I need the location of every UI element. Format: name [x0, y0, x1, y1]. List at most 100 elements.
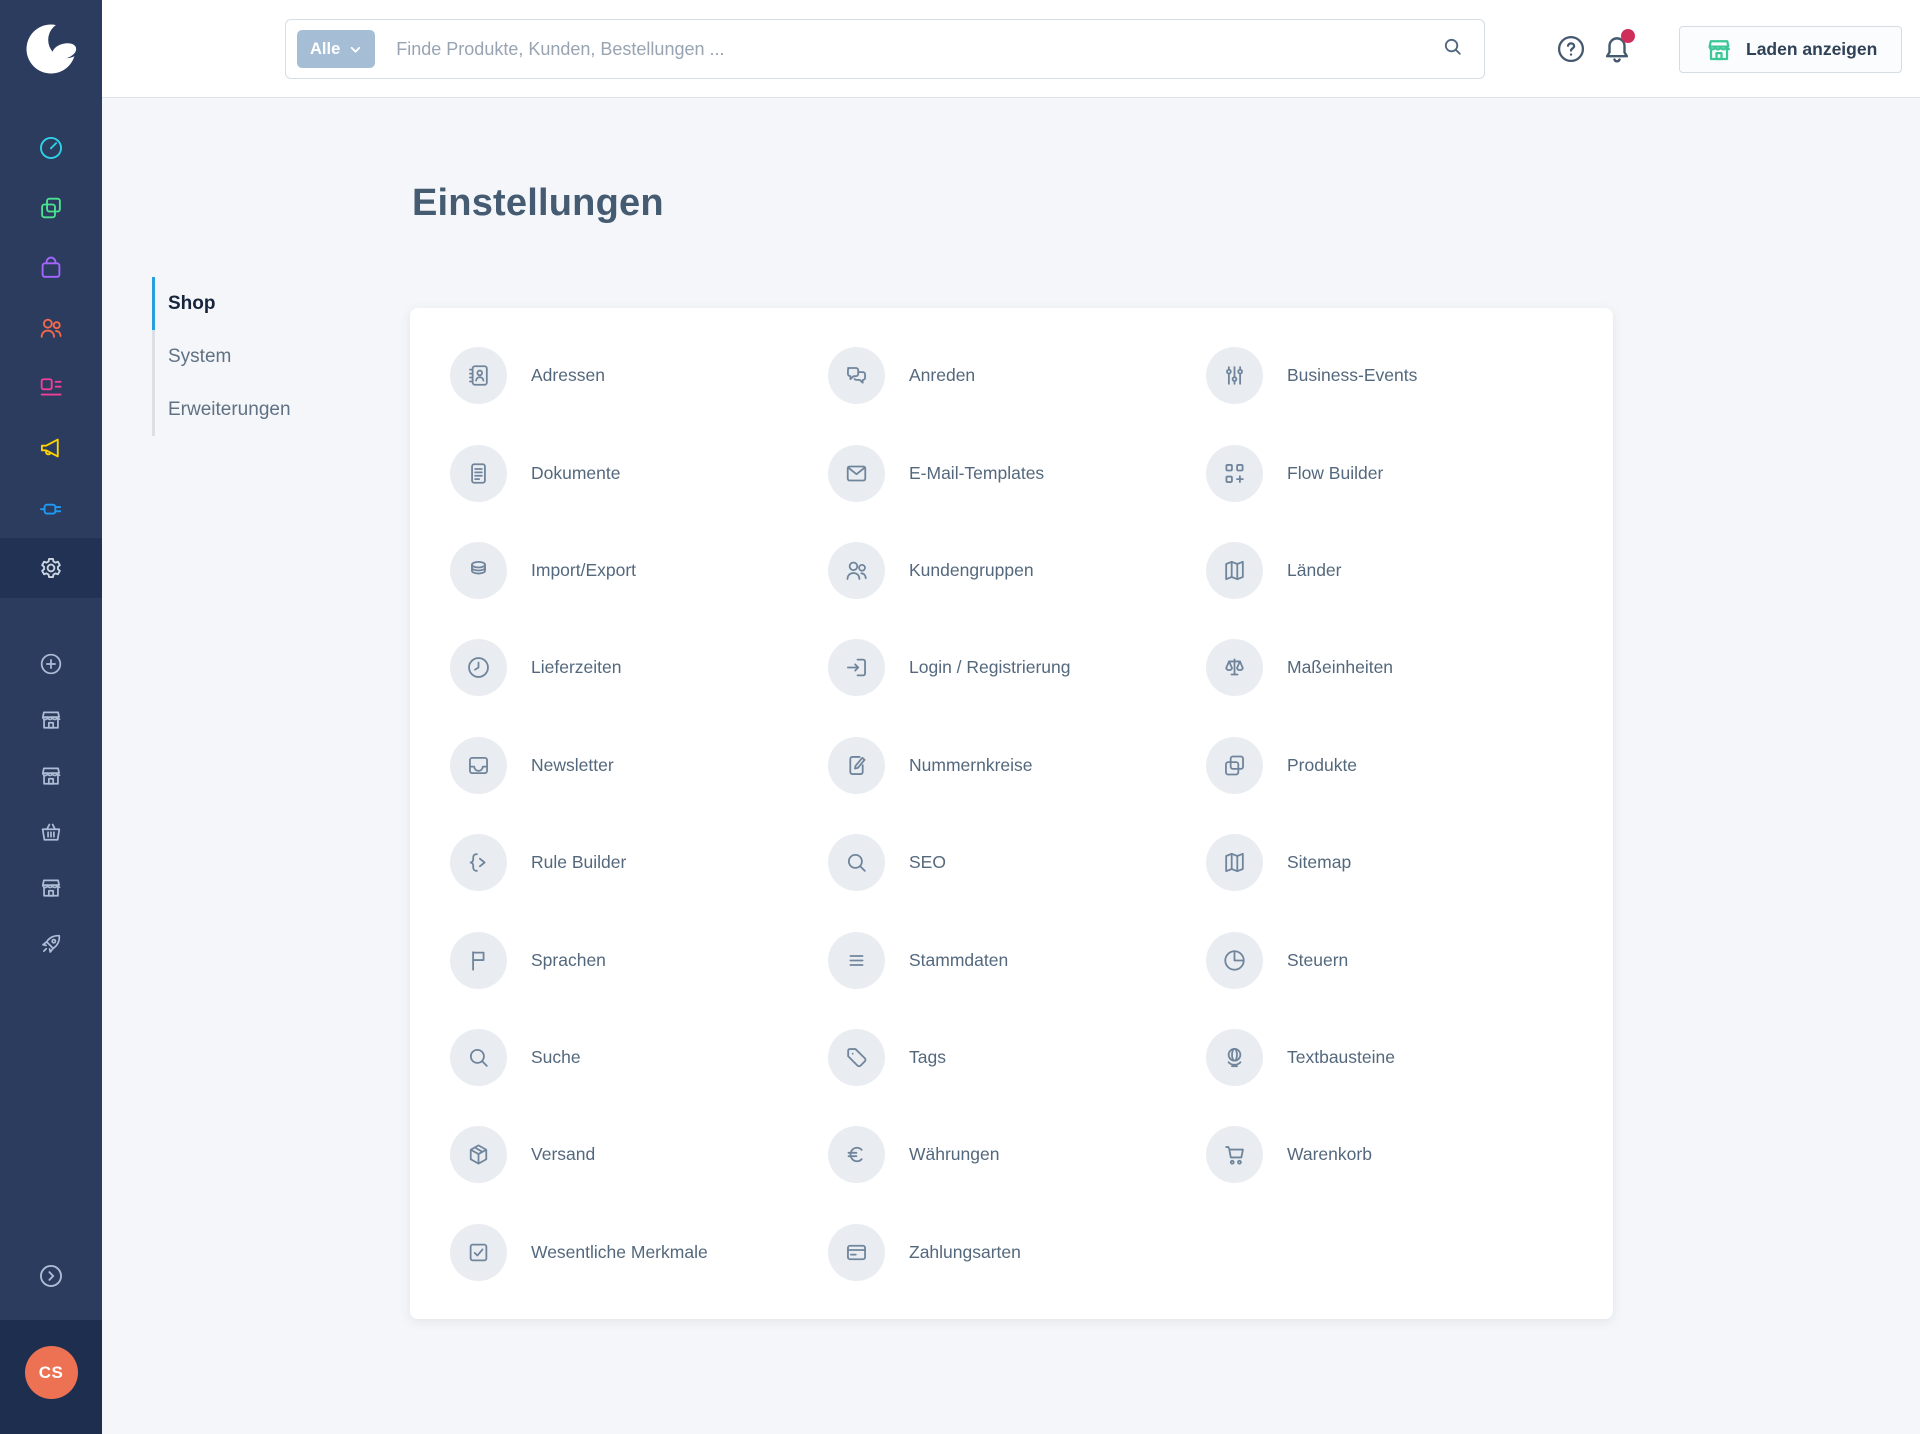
main-sidebar: CS	[0, 0, 102, 1434]
storefront-icon	[1704, 35, 1734, 65]
sidebar-item-sales-channel-2[interactable]	[0, 748, 102, 804]
settings-item-label: Kundengruppen	[909, 560, 1034, 581]
sidebar-item-sales-channel-5[interactable]	[0, 916, 102, 972]
package-icon	[465, 1141, 492, 1168]
settings-item-bubble	[1206, 639, 1263, 696]
settings-item-label: E-Mail-Templates	[909, 463, 1044, 484]
cart-icon	[1221, 1141, 1248, 1168]
settings-item-nummernkreise[interactable]: Nummernkreise	[828, 717, 1206, 814]
settings-item-versand[interactable]: Versand	[450, 1106, 828, 1203]
settings-item-label: Warenkorb	[1287, 1144, 1372, 1165]
rule-icon	[465, 849, 492, 876]
sidebar-item-settings[interactable]	[0, 538, 102, 598]
settings-item-import-export[interactable]: Import/Export	[450, 522, 828, 619]
settings-item-label: Import/Export	[531, 560, 636, 581]
settings-item-zahlungsarten[interactable]: Zahlungsarten	[828, 1204, 1206, 1301]
map-icon	[1221, 557, 1248, 584]
settings-item-e-mail-templates[interactable]: E-Mail-Templates	[828, 424, 1206, 521]
settings-item-label: Adressen	[531, 365, 605, 386]
settings-item-produkte[interactable]: Produkte	[1206, 717, 1584, 814]
sidebar-item-marketing[interactable]	[0, 418, 102, 478]
search-input[interactable]	[375, 39, 1441, 60]
settings-item-warenkorb[interactable]: Warenkorb	[1206, 1106, 1584, 1203]
settings-item-flow-builder[interactable]: Flow Builder	[1206, 424, 1584, 521]
settings-item-seo[interactable]: SEO	[828, 814, 1206, 911]
inbox-icon	[465, 752, 492, 779]
settings-item-label: Login / Registrierung	[909, 657, 1070, 678]
search-icon	[465, 1044, 492, 1071]
sidebar-item-dashboard[interactable]	[0, 118, 102, 178]
sidebar-item-sales-channel-3[interactable]	[0, 804, 102, 860]
chat-icon	[843, 362, 870, 389]
shopware-logo[interactable]	[0, 0, 102, 98]
plus-circle-icon	[38, 651, 64, 677]
sidebar-item-content[interactable]	[0, 358, 102, 418]
view-storefront-button[interactable]: Laden anzeigen	[1679, 26, 1902, 73]
sidebar-item-orders[interactable]	[0, 238, 102, 298]
settings-item-dokumente[interactable]: Dokumente	[450, 424, 828, 521]
store-icon	[38, 763, 64, 789]
settings-item-business-events[interactable]: Business-Events	[1206, 327, 1584, 424]
avatar[interactable]: CS	[25, 1346, 78, 1399]
settings-item-waehrungen[interactable]: Währungen	[828, 1106, 1206, 1203]
settings-item-newsletter[interactable]: Newsletter	[450, 717, 828, 814]
settings-item-label: Länder	[1287, 560, 1342, 581]
clock-icon	[465, 654, 492, 681]
notification-dot	[1621, 29, 1635, 43]
settings-item-label: Tags	[909, 1047, 946, 1068]
settings-item-laender[interactable]: Länder	[1206, 522, 1584, 619]
settings-item-lieferzeiten[interactable]: Lieferzeiten	[450, 619, 828, 716]
settings-item-label: Business-Events	[1287, 365, 1417, 386]
sidebar-expand-button[interactable]	[0, 1248, 102, 1304]
database-icon	[465, 557, 492, 584]
settings-item-bubble	[1206, 1126, 1263, 1183]
settings-item-login-registrierung[interactable]: Login / Registrierung	[828, 619, 1206, 716]
settings-item-tags[interactable]: Tags	[828, 1009, 1206, 1106]
notifications-button[interactable]	[1599, 31, 1635, 67]
help-button[interactable]	[1553, 31, 1589, 67]
gear-icon	[37, 554, 65, 582]
settings-item-label: Rule Builder	[531, 852, 626, 873]
shopware-logo-icon	[23, 21, 79, 77]
sidebar-main-menu	[0, 98, 102, 598]
settings-item-label: Stammdaten	[909, 950, 1008, 971]
settings-item-bubble	[1206, 1029, 1263, 1086]
sidebar-item-sales-channel-4[interactable]	[0, 860, 102, 916]
sidebar-item-extensions[interactable]	[0, 478, 102, 538]
copy-icon	[37, 194, 65, 222]
settings-item-sprachen[interactable]: Sprachen	[450, 911, 828, 1008]
sidebar-item-sales-channel-1[interactable]	[0, 692, 102, 748]
sidebar-item-catalogues[interactable]	[0, 178, 102, 238]
settings-item-masseinheiten[interactable]: Maßeinheiten	[1206, 619, 1584, 716]
settings-item-textbausteine[interactable]: Textbausteine	[1206, 1009, 1584, 1106]
settings-item-suche[interactable]: Suche	[450, 1009, 828, 1106]
settings-nav-erweiterungen[interactable]: Erweiterungen	[152, 383, 382, 436]
settings-item-adressen[interactable]: Adressen	[450, 327, 828, 424]
settings-item-sitemap[interactable]: Sitemap	[1206, 814, 1584, 911]
megaphone-icon	[37, 434, 65, 462]
settings-item-kundengruppen[interactable]: Kundengruppen	[828, 522, 1206, 619]
settings-item-label: Lieferzeiten	[531, 657, 621, 678]
list-icon	[843, 947, 870, 974]
settings-item-rule-builder[interactable]: Rule Builder	[450, 814, 828, 911]
sliders-icon	[1221, 362, 1248, 389]
sidebar-item-customers[interactable]	[0, 298, 102, 358]
settings-item-bubble	[450, 834, 507, 891]
settings-nav-shop[interactable]: Shop	[152, 277, 382, 330]
plug-icon	[37, 494, 65, 522]
settings-item-label: Währungen	[909, 1144, 999, 1165]
sidebar-item-add-sales-channel[interactable]	[0, 636, 102, 692]
settings-item-bubble	[450, 1224, 507, 1281]
search-scope-dropdown[interactable]: Alle	[297, 30, 375, 68]
settings-item-steuern[interactable]: Steuern	[1206, 911, 1584, 1008]
settings-item-anreden[interactable]: Anreden	[828, 327, 1206, 424]
settings-nav-system[interactable]: System	[152, 330, 382, 383]
settings-item-bubble	[828, 1029, 885, 1086]
global-search: Alle	[285, 19, 1485, 79]
login-icon	[843, 654, 870, 681]
main-content: Einstellungen ShopSystemErweiterungen Ad…	[102, 98, 1920, 1434]
store-icon	[38, 875, 64, 901]
settings-item-wesentliche-merkmale[interactable]: Wesentliche Merkmale	[450, 1204, 828, 1301]
settings-item-stammdaten[interactable]: Stammdaten	[828, 911, 1206, 1008]
users-icon	[37, 314, 65, 342]
